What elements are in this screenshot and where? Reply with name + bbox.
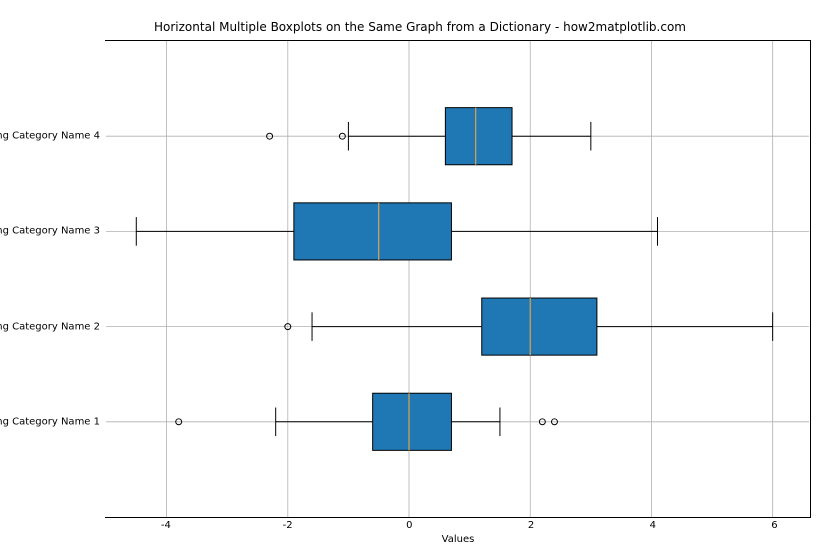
y-tick-label: Long Category Name 2: [0, 321, 100, 332]
y-tick-label: Long Category Name 3: [0, 226, 100, 237]
y-tick-label: Long Category Name 4: [0, 130, 100, 141]
axes: [105, 40, 811, 518]
x-tick-label: 4: [650, 520, 656, 531]
x-tick-label: 6: [771, 520, 777, 531]
boxplot-svg: [105, 41, 810, 517]
figure: Horizontal Multiple Boxplots on the Same…: [0, 0, 840, 560]
x-tick-label: -4: [161, 520, 171, 531]
x-tick-label: 0: [406, 520, 412, 531]
chart-title: Horizontal Multiple Boxplots on the Same…: [0, 20, 840, 34]
x-tick-label: -2: [283, 520, 293, 531]
y-tick-label: Long Category Name 1: [0, 417, 100, 428]
x-tick-label: 2: [528, 520, 534, 531]
x-axis-label: Values: [105, 534, 811, 545]
